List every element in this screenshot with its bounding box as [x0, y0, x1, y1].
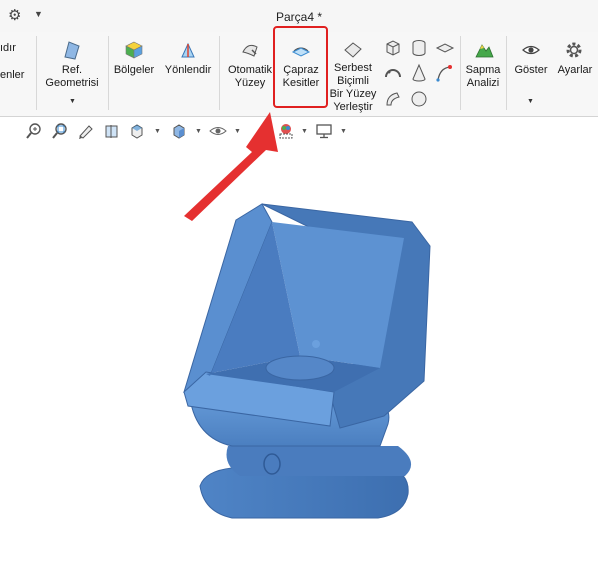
ref-geometry-button[interactable]: Ref. Geometrisi	[42, 64, 102, 90]
window-title: Parça4 *	[275, 10, 323, 24]
reference-geometry-icon	[64, 41, 80, 60]
auto-surface-icon	[242, 44, 258, 57]
chevron-down-icon[interactable]: ▼	[154, 128, 161, 135]
chevron-down-icon[interactable]: ▼	[340, 128, 347, 135]
freeform-surface-button[interactable]: Serbest Biçimli Bir Yüzey Yerleştir	[328, 62, 378, 114]
auto-surface-label-2: Yüzey	[234, 77, 266, 89]
plane-icon[interactable]	[435, 38, 455, 58]
freeform-label-1: Serbest	[334, 62, 372, 74]
separator	[460, 36, 461, 110]
settings-button[interactable]: Ayarlar	[553, 64, 597, 77]
orient-button[interactable]: Yönlendir	[160, 64, 216, 77]
torus-icon[interactable]	[383, 63, 403, 83]
separator	[108, 36, 109, 110]
auto-surface-label-1: Otomatik	[227, 64, 272, 76]
orient-icon	[181, 42, 195, 58]
chevron-down-icon[interactable]: ▼	[527, 98, 534, 105]
freeform-label-2: Biçimli	[337, 75, 369, 87]
eye-icon	[522, 45, 540, 55]
chevron-down-icon[interactable]: ▼	[69, 98, 76, 105]
separator	[219, 36, 220, 110]
gear-icon	[566, 42, 582, 58]
regions-icon	[125, 41, 143, 59]
section-view-icon[interactable]	[103, 122, 121, 140]
cut-off-label[interactable]: ıdır	[0, 42, 16, 55]
highlight-box	[273, 26, 328, 108]
ref-geometry-label-1: Ref.	[61, 64, 83, 76]
monitor-icon[interactable]	[315, 122, 333, 140]
separator	[36, 36, 37, 110]
deviation-label-2: Analizi	[466, 77, 500, 89]
freeform-surface-icon	[344, 42, 362, 58]
deviation-analysis-button[interactable]: Sapma Analizi	[462, 64, 504, 90]
previous-view-icon[interactable]	[77, 122, 95, 140]
deviation-label-1: Sapma	[465, 64, 501, 76]
regions-button[interactable]: Bölgeler	[111, 64, 157, 77]
zoom-area-icon[interactable]	[51, 122, 69, 140]
zoom-to-fit-icon[interactable]	[25, 122, 43, 140]
deviation-analysis-icon	[475, 44, 494, 58]
show-button[interactable]: Göster	[509, 64, 553, 77]
view-orientation-icon[interactable]	[128, 122, 146, 140]
cone-icon[interactable]	[409, 63, 429, 83]
separator	[506, 36, 507, 110]
auto-surface-button[interactable]: Otomatik Yüzey	[222, 64, 278, 90]
cylinder-icon[interactable]	[409, 38, 429, 58]
freeform-label-3: Bir Yüzey	[329, 88, 377, 100]
cut-off-label[interactable]: enler	[0, 69, 24, 82]
cad-model	[183, 203, 431, 519]
ref-geometry-label-2: Geometrisi	[45, 77, 99, 89]
box-icon[interactable]	[383, 38, 403, 58]
model-viewport[interactable]	[0, 146, 598, 571]
sphere-icon[interactable]	[409, 89, 429, 109]
sweep-icon[interactable]	[383, 89, 403, 109]
freeform-curve-icon[interactable]	[435, 63, 455, 83]
freeform-label-4: Yerleştir	[333, 101, 373, 113]
